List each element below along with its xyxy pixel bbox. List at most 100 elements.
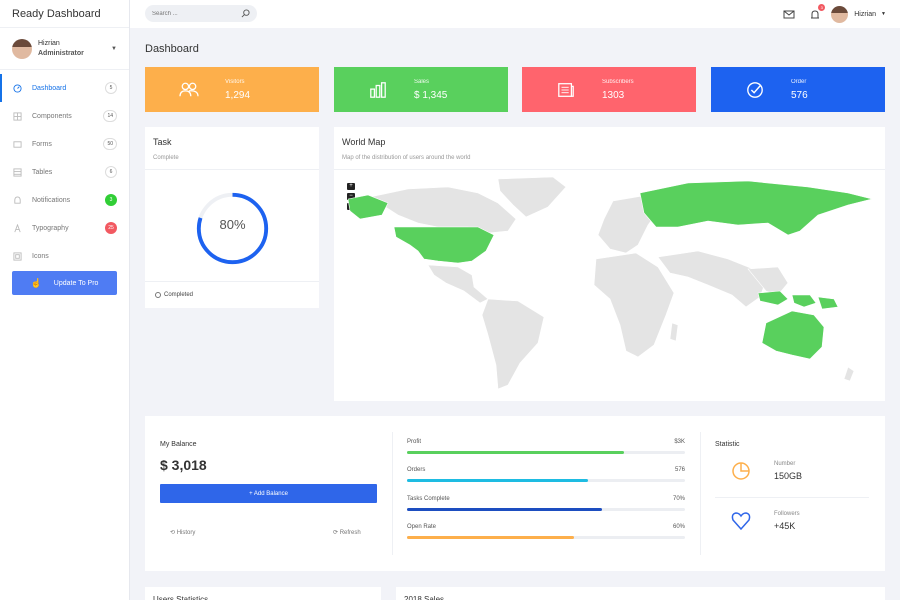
task-subtitle: Complete: [153, 155, 179, 161]
progress-value: $3K: [674, 439, 685, 445]
pie-chart-icon: [732, 462, 750, 480]
circle-icon: [155, 292, 161, 298]
progress-track: [407, 508, 685, 511]
task-card: Task Complete 80% Completed: [145, 127, 319, 308]
nav-badge: 5: [105, 82, 117, 94]
statistic-item-number: Number 150GB: [730, 456, 870, 486]
refresh-icon: ⟳: [333, 530, 339, 536]
sidebar-item-dashboard[interactable]: Dashboard 5: [0, 74, 129, 102]
divider: [715, 497, 869, 498]
nav-badge: 14: [103, 110, 117, 122]
search-box[interactable]: [145, 5, 257, 22]
search-icon[interactable]: [241, 9, 250, 18]
sidebar-item-notifications[interactable]: Notifications 3: [0, 186, 129, 214]
sidebar: Ready Dashboard Hizrian Administrator ▼ …: [0, 0, 130, 600]
tables-icon: [12, 167, 22, 177]
statistic-value: +45K: [774, 521, 796, 531]
envelope-icon[interactable]: [783, 8, 795, 20]
bar-chart-icon: [360, 78, 396, 102]
refresh-label: Refresh: [339, 530, 361, 536]
statistic-label: Number: [774, 461, 796, 467]
update-to-pro-label: Update To Pro: [53, 279, 99, 287]
map-subtitle: Map of the distribution of users around …: [342, 155, 471, 161]
notification-count-badge: 3: [818, 4, 826, 11]
heart-icon: [731, 512, 751, 531]
history-link[interactable]: ⟲ History: [170, 529, 195, 536]
statistic-label: Followers: [774, 511, 800, 517]
sidebar-item-icons[interactable]: Icons: [0, 242, 129, 270]
sales-title: 2018 Sales: [404, 595, 445, 600]
update-to-pro-button[interactable]: ☝ Update To Pro: [12, 271, 117, 295]
stat-label: Sales: [414, 78, 430, 85]
sidebar-user[interactable]: Hizrian Administrator ▼: [0, 28, 129, 70]
typography-icon: [12, 223, 22, 233]
sidebar-item-forms[interactable]: Forms 50: [0, 130, 129, 158]
sidebar-item-label: Notifications: [32, 196, 71, 204]
progress-profit: Profit $3K: [407, 439, 685, 454]
avatar: [12, 38, 32, 59]
balance-title: My Balance: [160, 441, 197, 448]
progress-track: [407, 479, 685, 482]
nav-badge: 6: [105, 166, 117, 178]
check-circle-icon: [737, 78, 773, 102]
sidebar-item-label: Dashboard: [32, 84, 67, 92]
world-map[interactable]: [348, 175, 878, 395]
world-map-card: World Map Map of the distribution of use…: [334, 127, 885, 401]
stat-label: Visitors: [225, 78, 245, 85]
caret-down-icon[interactable]: ▼: [881, 11, 886, 17]
progress-fill: [407, 479, 588, 482]
icons-icon: [12, 251, 22, 261]
divider: [392, 432, 393, 555]
page-title: Dashboard: [145, 43, 199, 55]
users-statistics-title: Users Statistics: [153, 595, 209, 600]
task-footer-label: Completed: [164, 292, 194, 298]
stat-value: 576: [791, 89, 808, 101]
stat-label: Subscribers: [602, 78, 634, 85]
progress-label: Tasks Complete: [407, 496, 450, 502]
dashboard-icon: [12, 83, 22, 93]
stat-value: 1,294: [225, 89, 251, 101]
brand-logo[interactable]: Ready Dashboard: [0, 0, 129, 28]
map-title: World Map: [342, 137, 386, 147]
progress-orders: Orders 576: [407, 467, 685, 482]
sidebar-item-label: Tables: [32, 168, 53, 176]
nav-badge: 50: [103, 138, 117, 150]
stat-card-order: Order 576: [711, 67, 885, 112]
stat-card-subscribers: Subscribers 1303: [522, 67, 696, 112]
add-balance-button[interactable]: + Add Balance: [160, 484, 377, 503]
caret-down-icon[interactable]: ▼: [111, 46, 117, 52]
stat-card-sales: Sales $ 1,345: [334, 67, 508, 112]
components-icon: [12, 111, 22, 121]
sidebar-item-label: Forms: [32, 140, 52, 148]
refresh-link[interactable]: ⟳ Refresh: [333, 529, 361, 536]
progress-track: [407, 451, 685, 454]
header-user-name[interactable]: Hizrian: [854, 11, 876, 18]
progress-value: 576: [674, 467, 685, 473]
history-label: History: [176, 530, 196, 536]
nav-badge: 3: [105, 194, 117, 206]
stat-label: Order: [791, 78, 807, 85]
user-role: Administrator: [38, 50, 84, 57]
header-avatar[interactable]: [831, 5, 849, 23]
balance-amount: $ 3,018: [160, 457, 207, 473]
progress-value: 60%: [672, 524, 685, 530]
divider: [700, 432, 701, 555]
sidebar-item-tables[interactable]: Tables 6: [0, 158, 129, 186]
sidebar-item-components[interactable]: Components 14: [0, 102, 129, 130]
nav-badge: 25: [105, 222, 117, 234]
stat-card-visitors: Visitors 1,294: [145, 67, 319, 112]
top-header: 3 Hizrian ▼: [130, 0, 900, 28]
progress-open-rate: Open Rate 60%: [407, 524, 685, 539]
newspaper-icon: [548, 78, 584, 102]
task-footer: Completed: [145, 281, 319, 308]
sidebar-item-typography[interactable]: Typography 25: [0, 214, 129, 242]
sidebar-nav: Dashboard 5 Components 14 Forms 50 Tables 6 …: [0, 74, 129, 270]
statistic-item-followers: Followers +45K: [730, 506, 870, 536]
history-icon: ⟲: [170, 530, 176, 536]
progress-value: 70%: [672, 496, 685, 502]
statistic-title: Statistic: [715, 441, 740, 448]
hand-pointer-icon: ☝: [30, 277, 42, 288]
search-input[interactable]: [152, 10, 238, 17]
balance-card: My Balance $ 3,018 + Add Balance ⟲ Histo…: [145, 416, 885, 571]
notification-button[interactable]: 3: [809, 4, 826, 20]
